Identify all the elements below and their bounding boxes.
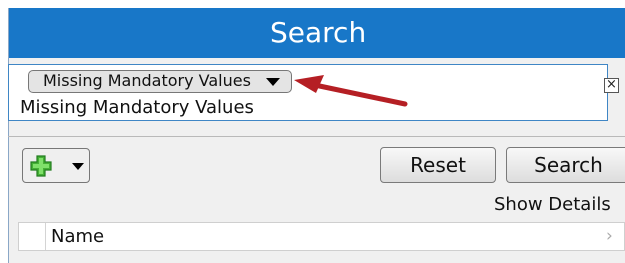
search-button[interactable]: Search	[506, 147, 625, 183]
annotation-arrow-shaft	[307, 81, 408, 107]
annotation-arrow-icon	[294, 75, 408, 107]
add-criteria-button[interactable]	[22, 148, 90, 183]
chevron-right-icon[interactable]: ›	[606, 223, 613, 250]
annotation-arrow-head	[294, 75, 324, 93]
title-bar: Search	[9, 8, 625, 58]
chevron-down-icon	[72, 163, 84, 170]
reset-button[interactable]: Reset	[380, 147, 496, 183]
plus-icon	[30, 155, 52, 177]
results-table-header: Name ›	[18, 222, 625, 251]
name-column-header[interactable]: Name	[51, 223, 104, 251]
chevron-down-icon	[266, 78, 280, 86]
remove-criteria-button[interactable]: ×	[604, 78, 619, 93]
criteria-type-dropdown[interactable]: Missing Mandatory Values	[28, 70, 292, 93]
criteria-type-label: Missing Mandatory Values	[43, 71, 251, 90]
show-details-link[interactable]: Show Details	[494, 193, 611, 217]
page-title: Search	[270, 16, 367, 49]
section-divider	[8, 136, 625, 137]
column-separator	[45, 223, 46, 250]
criteria-value-text: Missing Mandatory Values	[20, 97, 254, 118]
